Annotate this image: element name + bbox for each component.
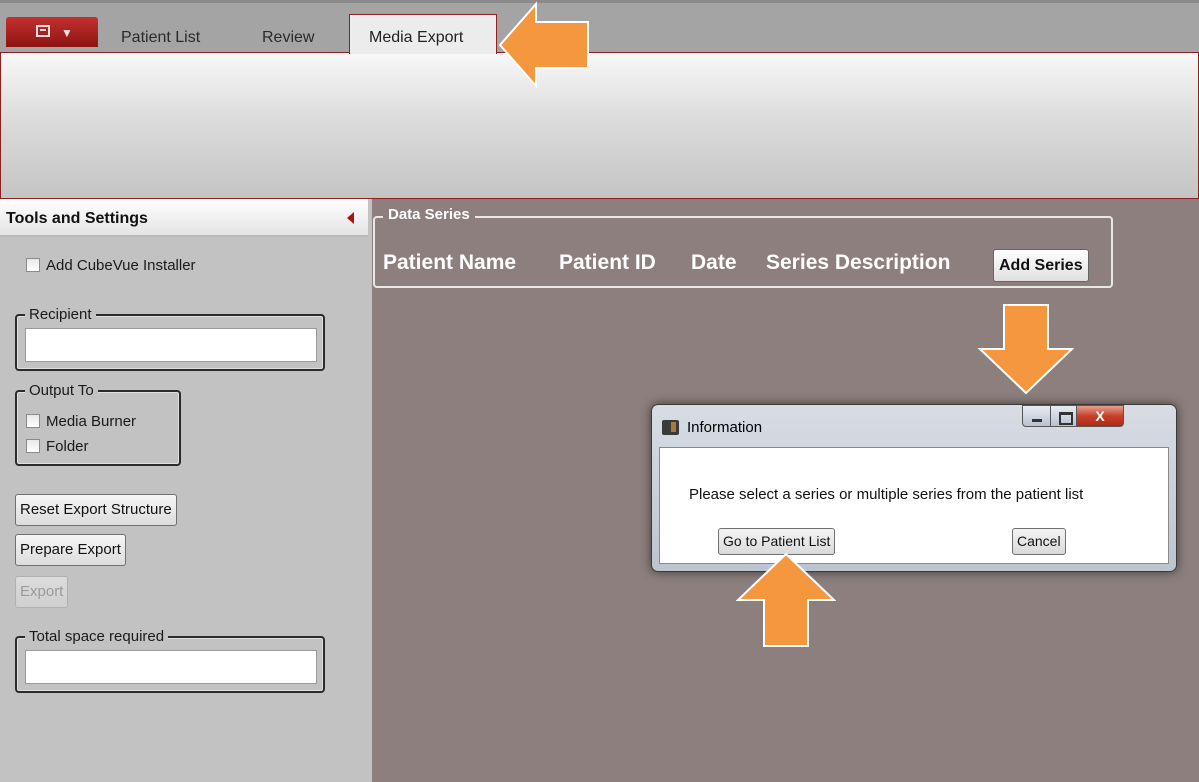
close-icon[interactable]: X [1076, 405, 1124, 427]
export-button[interactable]: Export [15, 576, 69, 608]
panel-header: Tools and Settings [0, 199, 368, 237]
maximize-icon[interactable] [1050, 405, 1077, 427]
total-space-field [25, 650, 317, 684]
reset-export-structure-button[interactable]: Reset Export Structure [15, 494, 177, 526]
recipient-label: Recipient [25, 306, 96, 324]
dropdown-caret-icon: ▼ [61, 26, 73, 40]
add-installer-option[interactable]: Add CubeVue Installer [26, 256, 196, 274]
dialog-title: Information [687, 419, 763, 436]
add-installer-label: Add CubeVue Installer [46, 256, 196, 274]
total-space-label: Total space required [25, 628, 169, 646]
tab-media-export[interactable]: Media Export [349, 14, 497, 54]
tab-patient-list[interactable]: Patient List [121, 29, 200, 47]
recipient-group: Recipient [15, 306, 325, 371]
output-to-label: Output To [25, 382, 98, 400]
arrow-left-icon [498, 1, 589, 89]
arrow-down-icon [978, 304, 1074, 395]
information-dialog: Information X Please select a series or … [651, 404, 1177, 572]
prepare-export-button[interactable]: Prepare Export [15, 534, 126, 566]
minimize-icon[interactable] [1022, 405, 1051, 427]
arrow-up-icon [736, 552, 836, 647]
tab-strip: ▼ Patient List Review [0, 0, 1199, 52]
collapse-left-icon[interactable] [347, 212, 354, 224]
dialog-body: Please select a series or multiple serie… [659, 447, 1169, 564]
tab-review[interactable]: Review [262, 29, 314, 47]
dialog-message: Please select a series or multiple serie… [689, 486, 1084, 503]
panel-title: Tools and Settings [6, 210, 148, 227]
ribbon-area [0, 52, 1199, 199]
data-series-label: Data Series [383, 206, 475, 223]
recipient-input[interactable] [25, 328, 317, 362]
information-icon [662, 420, 679, 435]
output-to-group: Output To Media Burner Folder [15, 382, 181, 466]
tools-settings-panel: Tools and Settings Add CubeVue Installer… [0, 199, 372, 782]
output-folder-option[interactable]: Folder [26, 437, 89, 455]
media-burner-label: Media Burner [46, 412, 137, 430]
column-series-description[interactable]: Series Description [766, 251, 950, 275]
app-menu-icon [36, 25, 50, 37]
column-patient-name[interactable]: Patient Name [383, 251, 516, 275]
column-patient-id[interactable]: Patient ID [559, 251, 656, 275]
data-series-group: Data Series Patient Name Patient ID Date… [373, 206, 1113, 288]
total-space-group: Total space required [15, 628, 325, 693]
column-date[interactable]: Date [691, 251, 737, 275]
add-installer-checkbox[interactable] [26, 258, 40, 273]
media-burner-checkbox[interactable] [26, 414, 40, 429]
output-media-burner-option[interactable]: Media Burner [26, 412, 136, 430]
folder-checkbox[interactable] [26, 439, 40, 454]
add-series-button[interactable]: Add Series [993, 249, 1089, 282]
folder-label: Folder [46, 437, 89, 455]
go-to-patient-list-button[interactable]: Go to Patient List [718, 528, 836, 555]
app-menu-button[interactable]: ▼ [6, 17, 98, 47]
cancel-button[interactable]: Cancel [1012, 528, 1066, 555]
